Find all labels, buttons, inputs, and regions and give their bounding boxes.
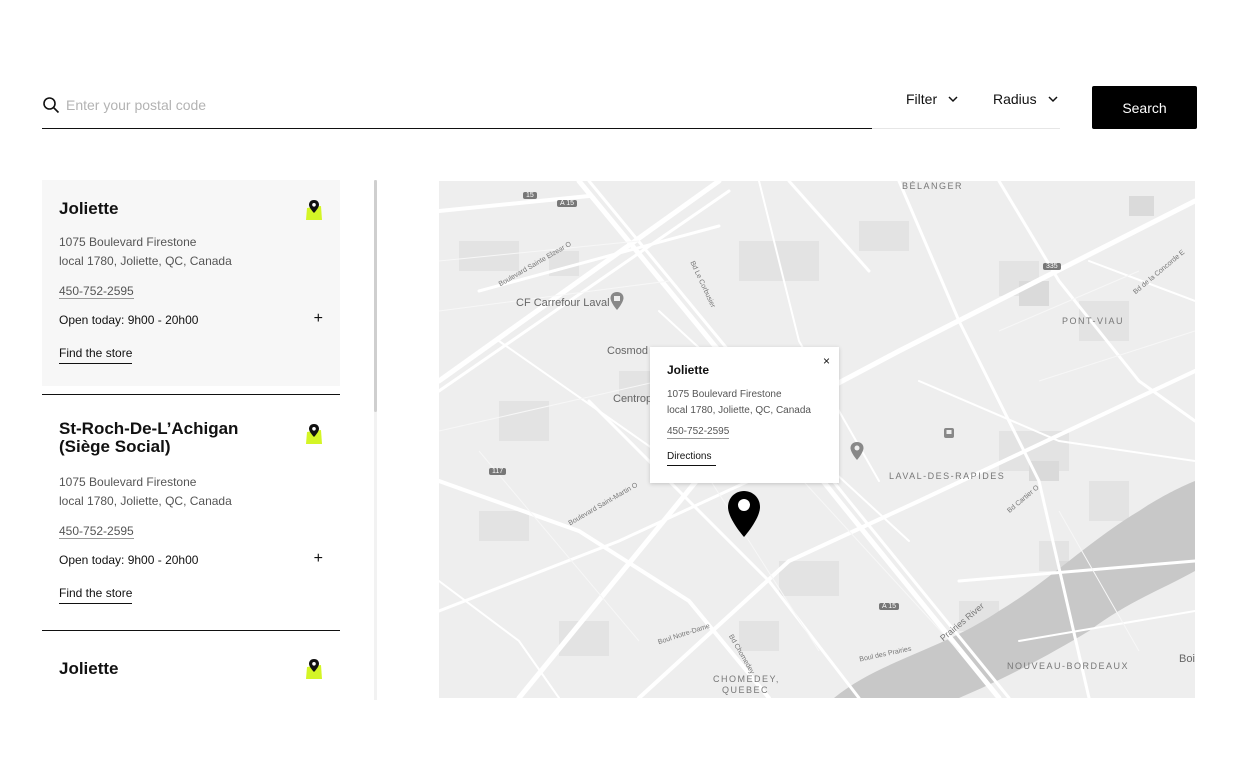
location-pin-icon bbox=[306, 200, 322, 220]
map-shield-a15-top: A 15 bbox=[557, 200, 578, 207]
search-bar: Filter Radius Search bbox=[42, 84, 1202, 134]
address-line-1: 1075 Boulevard Firestone bbox=[59, 235, 197, 249]
radius-dropdown[interactable]: Radius bbox=[993, 91, 1059, 107]
map-label-nouveau-bordeaux: NOUVEAU-BORDEAUX bbox=[1007, 661, 1130, 671]
store-address: 1075 Boulevard Firestone local 1780, Jol… bbox=[59, 473, 323, 511]
map-label-pont-viau: PONT-VIAU bbox=[1062, 316, 1125, 326]
store-list: Joliette 1075 Boulevard Firestone local … bbox=[42, 180, 340, 700]
close-icon[interactable]: × bbox=[823, 354, 830, 368]
map-shield-117: 117 bbox=[489, 468, 507, 475]
map-shield-335: 335 bbox=[1043, 263, 1061, 270]
map-shield-a15-bottom: A 15 bbox=[879, 603, 900, 610]
popup-title: Joliette bbox=[667, 363, 710, 377]
expand-hours-plus-icon[interactable]: + bbox=[314, 311, 323, 327]
address-line-2: local 1780, Joliette, QC, Canada bbox=[59, 254, 232, 268]
location-poi-icon bbox=[850, 442, 864, 460]
chevron-down-icon bbox=[1048, 96, 1058, 103]
postal-code-input[interactable] bbox=[64, 92, 848, 118]
store-info-popup: Joliette × 1075 Boulevard Firestone loca… bbox=[650, 347, 839, 483]
expand-hours-plus-icon[interactable]: + bbox=[314, 551, 323, 567]
map-label-belanger: BÉLANGER bbox=[902, 181, 964, 191]
hours-text: Open today: 9h00 - 20h00 bbox=[59, 313, 199, 327]
postal-code-field bbox=[42, 84, 872, 129]
store-card[interactable]: Joliette bbox=[42, 631, 340, 700]
map-poi-centropolis: Centrop bbox=[613, 393, 653, 405]
filter-label: Filter bbox=[906, 91, 938, 107]
map-label-chomedey: CHOMEDEY, bbox=[713, 674, 780, 684]
filter-dropdown[interactable]: Filter bbox=[906, 91, 959, 107]
store-name: Joliette bbox=[59, 659, 119, 678]
map-label-boi: Boi bbox=[1179, 653, 1195, 665]
transit-icon bbox=[944, 428, 954, 438]
directions-link[interactable]: Directions bbox=[667, 451, 716, 466]
map-label-quebec: QUEBEC bbox=[722, 685, 770, 695]
popup-address-line-1: 1075 Boulevard Firestone bbox=[667, 389, 782, 400]
address-line-1: 1075 Boulevard Firestone bbox=[59, 475, 197, 489]
store-name: St-Roch-De-L’Achigan (Siège Social) bbox=[59, 419, 239, 456]
location-pin-icon bbox=[306, 424, 322, 444]
map-label-laval-des-rapides: LAVAL-DES-RAPIDES bbox=[889, 471, 1006, 481]
address-line-2: local 1780, Joliette, QC, Canada bbox=[59, 494, 232, 508]
store-address: 1075 Boulevard Firestone local 1780, Jol… bbox=[59, 233, 323, 271]
hours-row: Open today: 9h00 - 20h00 + bbox=[59, 311, 323, 329]
map[interactable]: BÉLANGER PONT-VIAU LAVAL-DES-RAPIDES CHO… bbox=[439, 181, 1195, 698]
radius-label: Radius bbox=[993, 91, 1037, 107]
phone-link[interactable]: 450-752-2595 bbox=[59, 524, 134, 539]
phone-link[interactable]: 450-752-2595 bbox=[59, 284, 134, 299]
find-store-link[interactable]: Find the store bbox=[59, 346, 133, 364]
selected-store-map-pin-icon[interactable] bbox=[727, 490, 761, 538]
location-pin-icon bbox=[306, 659, 322, 679]
store-name: Joliette bbox=[59, 199, 119, 218]
map-poi-cf-carrefour: CF Carrefour Laval bbox=[516, 297, 610, 309]
hours-text: Open today: 9h00 - 20h00 bbox=[59, 553, 199, 567]
map-poi-cosmodome: Cosmod bbox=[607, 345, 648, 357]
map-shield-15: 15 bbox=[523, 192, 537, 199]
search-button[interactable]: Search bbox=[1092, 86, 1197, 129]
popup-address-line-2: local 1780, Joliette, QC, Canada bbox=[667, 405, 811, 416]
store-card[interactable]: St-Roch-De-L’Achigan (Siège Social) 1075… bbox=[42, 395, 340, 630]
search-icon bbox=[43, 97, 60, 114]
popup-phone-link[interactable]: 450-752-2595 bbox=[667, 426, 730, 439]
chevron-down-icon bbox=[948, 96, 958, 103]
list-scrollbar-thumb[interactable] bbox=[374, 180, 377, 412]
filter-group: Filter Radius bbox=[872, 84, 1060, 129]
store-card[interactable]: Joliette 1075 Boulevard Firestone local … bbox=[42, 180, 340, 386]
find-store-link[interactable]: Find the store bbox=[59, 586, 133, 604]
popup-address: 1075 Boulevard Firestone local 1780, Jol… bbox=[667, 387, 822, 419]
hours-row: Open today: 9h00 - 20h00 + bbox=[59, 551, 323, 569]
shopping-poi-icon bbox=[610, 292, 624, 310]
